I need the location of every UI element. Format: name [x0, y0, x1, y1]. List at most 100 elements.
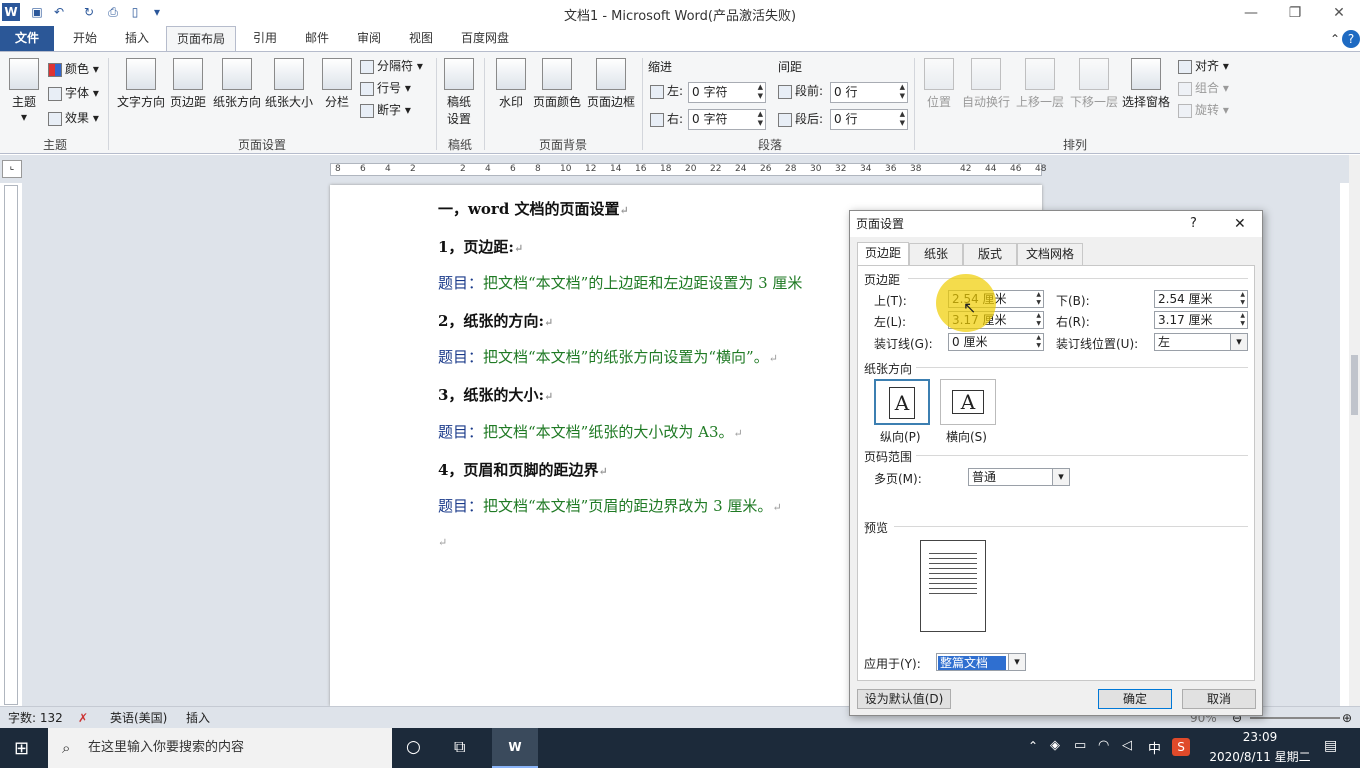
security-icon[interactable]: ◈ [1050, 738, 1060, 753]
language-indicator[interactable]: 英语(美国) [110, 707, 167, 729]
restore-icon[interactable]: ❐ [1272, 0, 1318, 26]
bring-forward-button[interactable]: 上移一层 [1014, 58, 1066, 110]
gutter-position-select[interactable]: 左 [1154, 333, 1248, 351]
rotate-icon [1178, 103, 1192, 118]
vertical-scrollbar[interactable] [1349, 155, 1360, 706]
landscape-label[interactable]: 横向(S) [946, 428, 987, 445]
set-as-default-button[interactable]: 设为默认值(D) [857, 689, 951, 709]
spacing-after-input[interactable]: 0 行 [830, 109, 908, 130]
vertical-ruler[interactable] [4, 185, 18, 705]
breaks-button[interactable]: 分隔符 ▾ [360, 55, 423, 77]
margins-button[interactable]: 页边距 [168, 58, 208, 110]
dialog-tab-margins[interactable]: 页边距 [857, 242, 909, 266]
portrait-label[interactable]: 纵向(P) [880, 428, 921, 445]
rotate-button[interactable]: 旋转 ▾ [1178, 99, 1229, 121]
doc-heading[interactable]: 一，word 文档的页面设置↵ [438, 198, 629, 219]
doc-section-1[interactable]: 1，页边距:↵ [438, 236, 523, 257]
text-direction-button[interactable]: 文字方向 [116, 58, 166, 110]
colors-icon [48, 62, 62, 77]
horizontal-ruler[interactable]: 8 6 4 2 2 4 6 8 10 12 14 16 18 20 22 24 26 28 30 32 34 36 38 42… [330, 163, 1046, 176]
theme-colors-button[interactable]: 颜色 ▾ [48, 58, 99, 80]
ok-button[interactable]: 确定 [1098, 689, 1172, 709]
gutter-input[interactable]: 0 厘米 [948, 333, 1044, 351]
tab-mailings[interactable]: 邮件 [294, 26, 340, 51]
battery-icon[interactable]: ▭ [1074, 738, 1086, 753]
indent-left-input[interactable]: 0 字符 [688, 82, 766, 103]
word-count[interactable]: 字数: 132 [8, 707, 63, 729]
tab-file[interactable]: 文件 [0, 26, 54, 51]
group-label-arrange: 排列 [1062, 138, 1087, 152]
zoom-slider[interactable] [1250, 717, 1340, 719]
proofing-icon[interactable]: ✗ [78, 707, 88, 729]
page-size-button[interactable]: 纸张大小 [264, 58, 314, 110]
notifications-icon[interactable]: ▤ [1324, 738, 1337, 754]
close-window-icon[interactable]: ✕ [1316, 0, 1360, 26]
tab-view[interactable]: 视图 [398, 26, 444, 51]
wrap-text-button[interactable]: 自动换行 [960, 58, 1012, 110]
cortana-icon[interactable]: ○ [406, 737, 421, 757]
send-backward-button[interactable]: 下移一层 [1068, 58, 1120, 110]
tab-stop-selector-icon[interactable]: ⌞ [2, 160, 22, 178]
scroll-thumb[interactable] [1351, 355, 1358, 415]
windows-start-icon[interactable]: ⊞ [14, 738, 29, 759]
dialog-close-button[interactable]: ✕ [1234, 211, 1246, 237]
doc-question-4[interactable]: 题目：把文档“本文档”页眉的距边界改为 3 厘米。↵ [438, 495, 782, 516]
page-color-button[interactable]: 页面颜色 [532, 58, 582, 110]
portrait-option[interactable]: A [874, 379, 930, 425]
page-color-icon [542, 58, 572, 90]
tab-references[interactable]: 引用 [242, 26, 288, 51]
tab-review[interactable]: 审阅 [346, 26, 392, 51]
doc-section-4[interactable]: 4，页眉和页脚的距边界↵ [438, 459, 608, 480]
bottom-margin-input[interactable]: 2.54 厘米 [1154, 290, 1248, 308]
task-view-icon[interactable]: ⧉ [454, 737, 465, 757]
line-numbers-button[interactable]: 行号 ▾ [360, 77, 411, 99]
right-margin-input[interactable]: 3.17 厘米 [1154, 311, 1248, 329]
doc-question-2[interactable]: 题目：把文档“本文档”的纸张方向设置为“横向”。↵ [438, 346, 778, 367]
cancel-button[interactable]: 取消 [1182, 689, 1256, 709]
doc-question-1[interactable]: 题目：把文档“本文档”的上边距和左边距设置为 3 厘米 [438, 272, 802, 293]
zoom-in-icon[interactable]: ⊕ [1342, 707, 1352, 729]
position-button[interactable]: 位置 [922, 58, 956, 110]
dialog-help-button[interactable]: ? [1190, 211, 1197, 237]
theme-effects-button[interactable]: 效果 ▾ [48, 107, 99, 129]
tab-insert[interactable]: 插入 [114, 26, 160, 51]
window-title: 文档1 - Microsoft Word(产品激活失败) [563, 9, 797, 24]
orientation-button[interactable]: 纸张方向 [212, 58, 262, 110]
theme-fonts-button[interactable]: 字体 ▾ [48, 82, 99, 104]
clock-date[interactable]: 2020/8/11 星期二 [1200, 748, 1320, 765]
apply-to-select[interactable]: 整篇文档 [936, 653, 1026, 671]
align-button[interactable]: 对齐 ▾ [1178, 55, 1229, 77]
group-objects-button[interactable]: 组合 ▾ [1178, 77, 1229, 99]
insert-mode[interactable]: 插入 [186, 707, 210, 729]
hyphenation-button[interactable]: 断字 ▾ [360, 99, 411, 121]
page-borders-button[interactable]: 页面边框 [586, 58, 636, 110]
landscape-option[interactable]: A [940, 379, 996, 425]
doc-section-3[interactable]: 3，纸张的大小:↵ [438, 384, 553, 405]
columns-button[interactable]: 分栏 [320, 58, 354, 110]
show-hidden-icons-icon[interactable]: ⌃ [1028, 739, 1038, 753]
dialog-tab-doc-grid[interactable]: 文档网格 [1017, 243, 1083, 265]
indent-right-input[interactable]: 0 字符 [688, 109, 766, 130]
volume-icon[interactable]: ◁ [1122, 738, 1132, 753]
clock-time[interactable]: 23:09 [1220, 730, 1300, 744]
multiple-pages-select[interactable]: 普通 [968, 468, 1070, 486]
dialog-tab-layout[interactable]: 版式 [963, 243, 1017, 265]
doc-question-3[interactable]: 题目：把文档“本文档”纸张的大小改为 A3。↵ [438, 421, 743, 442]
tab-home[interactable]: 开始 [62, 26, 108, 51]
minimize-icon[interactable]: — [1228, 0, 1274, 26]
tab-baidu-netdisk[interactable]: 百度网盘 [452, 26, 518, 51]
taskbar-search[interactable]: ⌕ 在这里输入你要搜索的内容 [48, 728, 392, 768]
selection-pane-button[interactable]: 选择窗格 [1120, 58, 1172, 110]
sogou-ime-icon[interactable]: S [1172, 738, 1190, 756]
help-icon[interactable]: ? [1342, 30, 1360, 48]
network-icon[interactable]: ◠ [1098, 738, 1109, 753]
doc-section-2[interactable]: 2，纸张的方向:↵ [438, 310, 553, 331]
spacing-before-input[interactable]: 0 行 [830, 82, 908, 103]
draft-settings-button[interactable]: 稿纸设置 [442, 58, 476, 127]
watermark-button[interactable]: 水印 [494, 58, 528, 110]
tab-page-layout[interactable]: 页面布局 [166, 26, 236, 52]
dialog-tab-paper[interactable]: 纸张 [909, 243, 963, 265]
themes-button[interactable]: 主题 ▾ [6, 58, 42, 124]
ime-indicator[interactable]: 中 [1148, 738, 1161, 757]
word-taskbar-icon[interactable]: W [492, 728, 538, 768]
